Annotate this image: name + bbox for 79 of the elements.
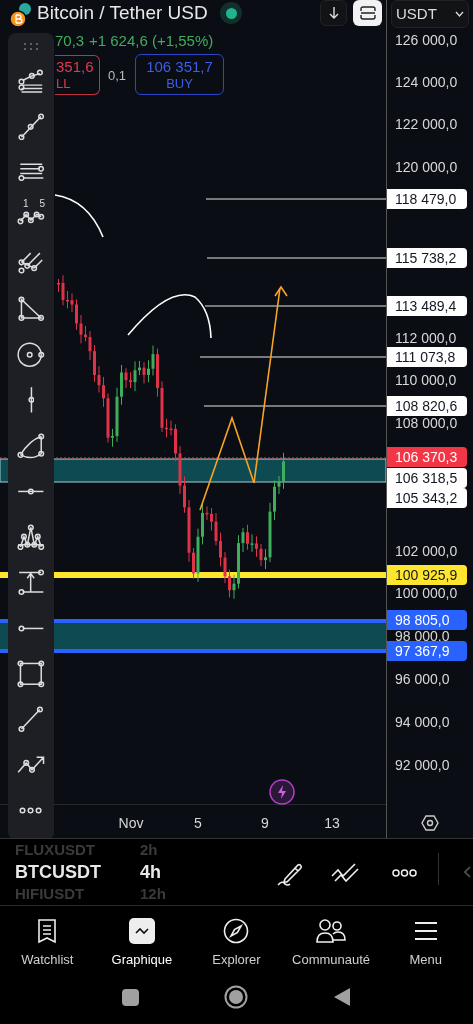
price-tick: 110 000,0 (395, 372, 457, 388)
chart-title: Bitcoin / Tether USD (37, 1, 208, 25)
price-tick: 126 000,0 (395, 32, 458, 48)
price-label: 98 805,0 (387, 610, 467, 630)
price-label: 113 489,4 (387, 296, 467, 316)
line-icon (18, 706, 44, 733)
price-tick: 98 000,0 (395, 628, 450, 644)
chevron-left-icon[interactable] (464, 866, 471, 878)
settings-icon[interactable] (421, 814, 439, 832)
currency-dropdown[interactable]: USDT (391, 0, 469, 28)
fullscreen-icon (359, 6, 376, 20)
nav-tab[interactable]: Graphique (94, 909, 190, 974)
fullscreen-button[interactable] (353, 0, 382, 26)
price-tick: 102 000,0 (395, 543, 458, 559)
price-tick: 92 000,0 (395, 757, 450, 773)
nav-tab[interactable]: Communauté (283, 909, 379, 974)
price-label: 118 479,0 (387, 189, 467, 209)
home-button[interactable] (224, 985, 248, 1009)
measure-icon (17, 569, 45, 596)
time-tick: 13 (324, 815, 340, 831)
buy-button[interactable]: 106 351,7 BUY (135, 54, 224, 95)
list-icon (36, 918, 59, 944)
nav-tab[interactable]: Menu (378, 909, 473, 974)
trend-line-icon (17, 112, 45, 141)
compass-icon (223, 918, 250, 944)
last-price: 70,3 (55, 31, 85, 51)
download-button[interactable] (320, 0, 347, 26)
vertical-line-icon (27, 386, 35, 414)
recents-button[interactable] (122, 988, 139, 1006)
head-shoulders-icon (17, 523, 45, 551)
time-tick: 9 (261, 815, 269, 831)
rectangle-icon (17, 659, 45, 688)
price-tick: 100 000,0 (395, 585, 458, 601)
price-tick: 122 000,0 (395, 116, 458, 132)
price-tick: 96 000,0 (395, 671, 450, 687)
price-label: 106 370,3 (387, 447, 467, 467)
price-label: 100 925,9 (387, 565, 467, 585)
curve-icon (17, 432, 45, 459)
price-tick: 124 000,0 (395, 74, 458, 90)
arrow-down-icon (327, 6, 340, 20)
people-icon (316, 918, 347, 944)
price-label: 97 367,9 (387, 641, 467, 661)
circle-icon (17, 341, 45, 368)
sell-button[interactable]: 351,6 LL (55, 55, 100, 95)
price-label: 115 738,2 (387, 248, 467, 268)
path-arrow-icon (17, 756, 45, 774)
price-change: +1 624,6 (+1,55%) (89, 31, 214, 51)
zigzag-lines-icon[interactable] (331, 861, 359, 885)
price-label: 108 820,6 (387, 396, 467, 416)
price-tick: 112 000,0 (395, 330, 457, 346)
triangle-icon (17, 296, 45, 322)
drawing-tool-button[interactable]: 1 5 (11, 197, 51, 238)
more-icon (19, 807, 43, 814)
horizontal-line-icon (17, 487, 45, 495)
chart-icon (128, 918, 155, 944)
menu-icon (413, 921, 438, 941)
price-tick: 108 000,0 (395, 415, 458, 431)
time-tick: Nov (118, 815, 144, 831)
ray-icon (17, 624, 45, 632)
chevron-down-icon (455, 11, 464, 17)
drag-handle-icon[interactable] (23, 42, 39, 51)
price-tick: 94 000,0 (395, 714, 450, 730)
arc-drawing (54, 194, 104, 238)
horizontal-lines-icon (17, 162, 45, 182)
lightning-icon[interactable] (269, 779, 295, 805)
nav-tab[interactable]: Watchlist (0, 909, 95, 974)
nav-tab[interactable]: Explorer (189, 909, 284, 974)
quantity-label: 0,1 (108, 67, 127, 85)
price-label: 111 073,8 (387, 347, 467, 367)
back-button[interactable] (333, 987, 351, 1007)
more-icon[interactable] (392, 869, 417, 877)
price-label: 105 343,2 (387, 488, 467, 508)
price-tick: 120 000,0 (395, 159, 458, 175)
price-label: 106 318,5 (387, 468, 467, 488)
pitchfork-icon (18, 252, 44, 275)
time-tick: 5 (194, 815, 202, 831)
fib-lines-icon (18, 68, 44, 94)
wave-pattern-icon (17, 210, 45, 225)
watchlist-row[interactable]: BTCUSDT 4h (0, 861, 280, 883)
